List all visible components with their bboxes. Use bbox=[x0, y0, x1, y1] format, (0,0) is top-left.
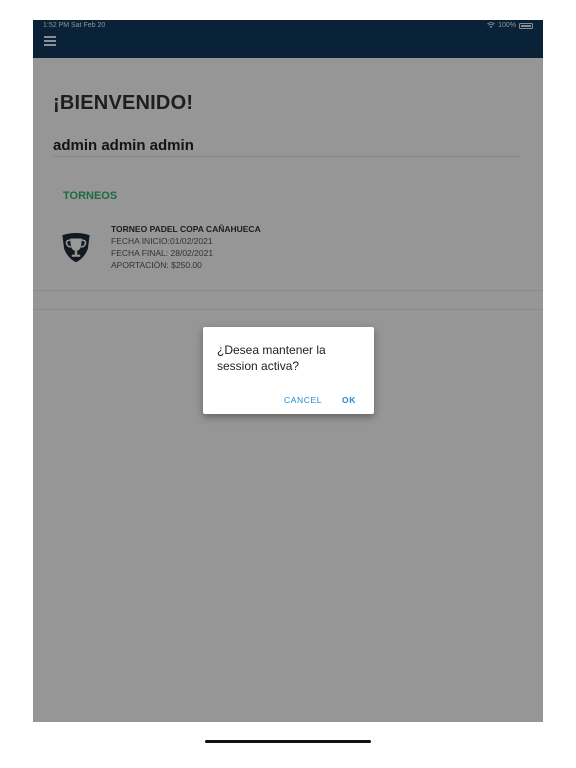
session-dialog: ¿Desea mantener la session activa? CANCE… bbox=[203, 327, 374, 414]
dialog-actions: CANCEL OK bbox=[284, 395, 356, 405]
dialog-message: ¿Desea mantener la session activa? bbox=[217, 343, 326, 373]
screen: 1:52 PM Sat Feb 20 100% ¡BIENVENIDO! adm… bbox=[0, 0, 576, 768]
cancel-button[interactable]: CANCEL bbox=[284, 395, 322, 405]
app-window: 1:52 PM Sat Feb 20 100% ¡BIENVENIDO! adm… bbox=[33, 20, 543, 722]
home-indicator[interactable] bbox=[205, 740, 371, 743]
ok-button[interactable]: OK bbox=[342, 395, 356, 405]
